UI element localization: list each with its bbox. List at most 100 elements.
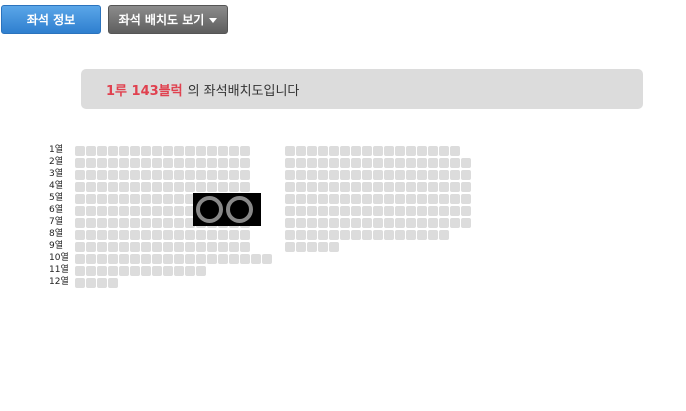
- seat[interactable]: [163, 206, 173, 216]
- seat[interactable]: [318, 242, 328, 252]
- seat[interactable]: [196, 182, 206, 192]
- seat[interactable]: [196, 266, 206, 276]
- seat-map-button[interactable]: 좌석 배치도 보기: [108, 5, 228, 34]
- seat[interactable]: [395, 218, 405, 228]
- seat[interactable]: [240, 146, 250, 156]
- seat[interactable]: [130, 146, 140, 156]
- seat[interactable]: [384, 182, 394, 192]
- seat[interactable]: [185, 182, 195, 192]
- seat[interactable]: [152, 206, 162, 216]
- seat[interactable]: [439, 194, 449, 204]
- seat[interactable]: [329, 170, 339, 180]
- seat[interactable]: [362, 218, 372, 228]
- seat[interactable]: [450, 158, 460, 168]
- seat[interactable]: [406, 206, 416, 216]
- seat[interactable]: [450, 170, 460, 180]
- seat[interactable]: [218, 146, 228, 156]
- seat[interactable]: [307, 194, 317, 204]
- seat[interactable]: [296, 158, 306, 168]
- seat[interactable]: [130, 182, 140, 192]
- seat[interactable]: [450, 194, 460, 204]
- seat[interactable]: [97, 146, 107, 156]
- seat[interactable]: [351, 194, 361, 204]
- seat[interactable]: [395, 194, 405, 204]
- seat[interactable]: [351, 146, 361, 156]
- seat[interactable]: [97, 218, 107, 228]
- seat[interactable]: [406, 182, 416, 192]
- seat[interactable]: [163, 158, 173, 168]
- seat[interactable]: [196, 170, 206, 180]
- seat[interactable]: [152, 170, 162, 180]
- seat[interactable]: [75, 206, 85, 216]
- seat[interactable]: [97, 254, 107, 264]
- seat[interactable]: [439, 146, 449, 156]
- seat[interactable]: [406, 170, 416, 180]
- seat[interactable]: [207, 170, 217, 180]
- seat[interactable]: [119, 254, 129, 264]
- seat[interactable]: [395, 206, 405, 216]
- seat[interactable]: [86, 242, 96, 252]
- seat[interactable]: [351, 206, 361, 216]
- seat[interactable]: [141, 170, 151, 180]
- seat[interactable]: [174, 194, 184, 204]
- seat[interactable]: [450, 206, 460, 216]
- seat[interactable]: [417, 146, 427, 156]
- seat-info-button[interactable]: 좌석 정보: [1, 5, 101, 34]
- seat[interactable]: [75, 230, 85, 240]
- seat[interactable]: [307, 218, 317, 228]
- seat[interactable]: [296, 206, 306, 216]
- seat[interactable]: [185, 266, 195, 276]
- seat[interactable]: [417, 170, 427, 180]
- seat[interactable]: [362, 182, 372, 192]
- seat[interactable]: [285, 242, 295, 252]
- seat[interactable]: [130, 242, 140, 252]
- seat[interactable]: [174, 242, 184, 252]
- seat[interactable]: [75, 254, 85, 264]
- seat[interactable]: [130, 230, 140, 240]
- seat[interactable]: [417, 182, 427, 192]
- seat[interactable]: [307, 170, 317, 180]
- seat[interactable]: [240, 170, 250, 180]
- seat[interactable]: [97, 194, 107, 204]
- seat[interactable]: [130, 170, 140, 180]
- seat[interactable]: [75, 182, 85, 192]
- seat[interactable]: [384, 158, 394, 168]
- seat[interactable]: [86, 182, 96, 192]
- seat[interactable]: [119, 218, 129, 228]
- seat[interactable]: [362, 146, 372, 156]
- seat[interactable]: [285, 146, 295, 156]
- seat[interactable]: [296, 218, 306, 228]
- seat[interactable]: [108, 230, 118, 240]
- seat[interactable]: [340, 170, 350, 180]
- seat[interactable]: [119, 170, 129, 180]
- seat[interactable]: [340, 146, 350, 156]
- seat[interactable]: [428, 158, 438, 168]
- seat[interactable]: [196, 242, 206, 252]
- seat[interactable]: [163, 182, 173, 192]
- seat[interactable]: [395, 170, 405, 180]
- seat[interactable]: [97, 170, 107, 180]
- seat[interactable]: [174, 158, 184, 168]
- seat[interactable]: [75, 278, 85, 288]
- seat[interactable]: [75, 146, 85, 156]
- seat[interactable]: [152, 230, 162, 240]
- seat[interactable]: [340, 206, 350, 216]
- seat[interactable]: [185, 242, 195, 252]
- seat[interactable]: [174, 182, 184, 192]
- seat[interactable]: [296, 170, 306, 180]
- seat[interactable]: [240, 242, 250, 252]
- seat[interactable]: [97, 278, 107, 288]
- seat[interactable]: [86, 266, 96, 276]
- seat[interactable]: [97, 158, 107, 168]
- seat[interactable]: [152, 266, 162, 276]
- seat[interactable]: [318, 194, 328, 204]
- seat[interactable]: [340, 182, 350, 192]
- seat[interactable]: [196, 158, 206, 168]
- seat[interactable]: [119, 230, 129, 240]
- seat[interactable]: [285, 230, 295, 240]
- seat[interactable]: [461, 218, 471, 228]
- seat[interactable]: [185, 254, 195, 264]
- seat[interactable]: [384, 230, 394, 240]
- seat[interactable]: [130, 194, 140, 204]
- seat[interactable]: [439, 170, 449, 180]
